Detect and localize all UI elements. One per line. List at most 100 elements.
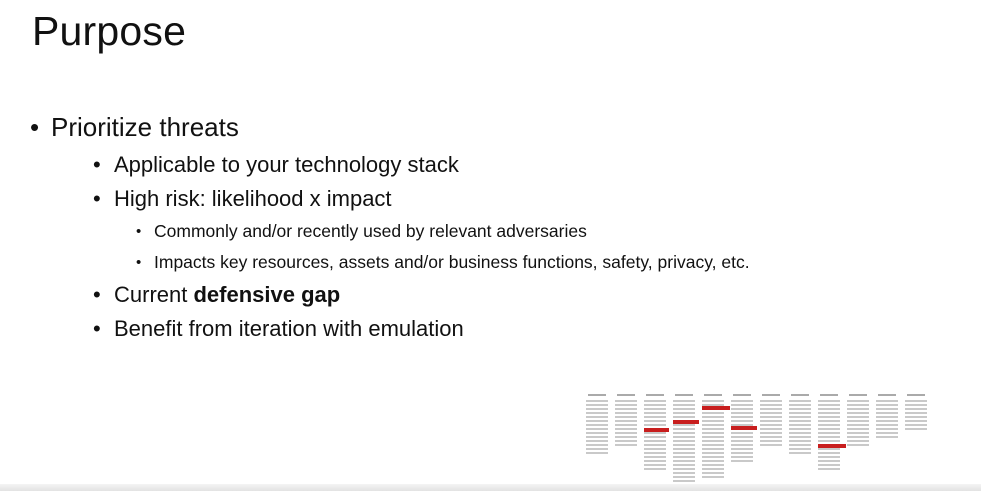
matrix-cell bbox=[644, 408, 666, 410]
matrix-cell bbox=[789, 448, 811, 450]
matrix-cell bbox=[586, 408, 608, 410]
bullet-text: Prioritize threats bbox=[51, 112, 239, 142]
sub-bullet-defensive-gap: Current defensive gap bbox=[51, 278, 930, 312]
matrix-cell bbox=[818, 400, 840, 402]
matrix-cell bbox=[673, 464, 695, 466]
matrix-column-header bbox=[675, 394, 693, 396]
matrix-cell bbox=[818, 408, 840, 410]
sub-sub-bullet-text: Commonly and/or recently used by relevan… bbox=[154, 221, 587, 241]
matrix-cell bbox=[586, 448, 608, 450]
matrix-cell bbox=[760, 444, 782, 446]
matrix-cell bbox=[818, 436, 840, 438]
matrix-cell bbox=[789, 452, 811, 454]
matrix-cell bbox=[586, 416, 608, 418]
matrix-cell bbox=[818, 404, 840, 406]
matrix-cell bbox=[789, 440, 811, 442]
sub-sub-bullet-impacts: Impacts key resources, assets and/or bus… bbox=[51, 247, 930, 278]
sub-bullet-text: Benefit from iteration with emulation bbox=[114, 316, 464, 341]
matrix-column-header bbox=[878, 394, 896, 396]
sub-bullet-applicable: Applicable to your technology stack bbox=[51, 148, 930, 182]
matrix-cell bbox=[702, 432, 724, 434]
matrix-cell bbox=[731, 400, 753, 402]
sub-bullet-text: Applicable to your technology stack bbox=[114, 152, 459, 177]
matrix-cell bbox=[818, 432, 840, 434]
matrix-cell bbox=[586, 452, 608, 454]
sub-bullet-benefit: Benefit from iteration with emulation bbox=[51, 312, 930, 346]
matrix-cell bbox=[586, 436, 608, 438]
matrix-cell bbox=[847, 416, 869, 418]
matrix-cell bbox=[760, 424, 782, 426]
matrix-column-header bbox=[820, 394, 838, 396]
matrix-highlight bbox=[644, 428, 669, 432]
matrix-cell bbox=[644, 460, 666, 462]
matrix-cell bbox=[876, 436, 898, 438]
sub-bullet-high-risk: High risk: likelihood x impact Commonly … bbox=[51, 182, 930, 278]
matrix-cell bbox=[789, 408, 811, 410]
matrix-cell bbox=[644, 404, 666, 406]
matrix-cell bbox=[702, 424, 724, 426]
matrix-cell bbox=[731, 436, 753, 438]
matrix-cell bbox=[615, 400, 637, 402]
matrix-cell bbox=[818, 428, 840, 430]
matrix-column bbox=[905, 392, 927, 480]
matrix-cell bbox=[876, 412, 898, 414]
matrix-cell bbox=[789, 404, 811, 406]
slide-title: Purpose bbox=[32, 8, 187, 54]
matrix-cell bbox=[876, 400, 898, 402]
matrix-column bbox=[789, 392, 811, 480]
matrix-cell bbox=[702, 444, 724, 446]
sub-sub-bullet-list: Commonly and/or recently used by relevan… bbox=[51, 216, 930, 278]
matrix-cell bbox=[673, 460, 695, 462]
sub-bullet-bold-text: defensive gap bbox=[193, 282, 341, 307]
matrix-cell bbox=[905, 416, 927, 418]
matrix-cell bbox=[789, 416, 811, 418]
matrix-highlight bbox=[731, 426, 757, 430]
matrix-cell bbox=[847, 432, 869, 434]
matrix-column bbox=[586, 392, 608, 480]
matrix-cell bbox=[905, 400, 927, 402]
matrix-cell bbox=[818, 464, 840, 466]
matrix-column-header bbox=[907, 394, 925, 396]
matrix-cell bbox=[847, 412, 869, 414]
matrix-cell bbox=[673, 408, 695, 410]
matrix-cell bbox=[615, 428, 637, 430]
matrix-cell bbox=[615, 432, 637, 434]
sub-bullet-text: High risk: likelihood x impact bbox=[114, 186, 392, 211]
matrix-cell bbox=[760, 436, 782, 438]
matrix-cell bbox=[673, 448, 695, 450]
matrix-column bbox=[731, 392, 753, 480]
matrix-cell bbox=[702, 460, 724, 462]
matrix-cell bbox=[789, 420, 811, 422]
matrix-cell bbox=[818, 416, 840, 418]
matrix-cell bbox=[586, 400, 608, 402]
matrix-cell bbox=[673, 452, 695, 454]
matrix-cell bbox=[847, 408, 869, 410]
matrix-cell bbox=[702, 400, 724, 402]
matrix-column-header bbox=[588, 394, 606, 396]
matrix-cell bbox=[847, 440, 869, 442]
matrix-cell bbox=[702, 436, 724, 438]
matrix-cell bbox=[586, 412, 608, 414]
matrix-cell bbox=[702, 472, 724, 474]
matrix-cell bbox=[644, 444, 666, 446]
matrix-thumbnail-image bbox=[586, 392, 936, 486]
matrix-cell bbox=[673, 468, 695, 470]
matrix-cell bbox=[876, 424, 898, 426]
matrix-cell bbox=[789, 432, 811, 434]
sub-sub-bullet-adversaries: Commonly and/or recently used by relevan… bbox=[51, 216, 930, 247]
matrix-cell bbox=[673, 432, 695, 434]
bullet-list: Prioritize threats Applicable to your te… bbox=[30, 111, 930, 346]
matrix-column-header bbox=[791, 394, 809, 396]
matrix-cell bbox=[731, 404, 753, 406]
matrix-cell bbox=[789, 412, 811, 414]
matrix-cell bbox=[760, 408, 782, 410]
matrix-cell bbox=[673, 480, 695, 482]
matrix-cell bbox=[818, 452, 840, 454]
matrix-highlight bbox=[818, 444, 846, 448]
matrix-cell bbox=[760, 404, 782, 406]
matrix-cell bbox=[905, 424, 927, 426]
matrix-column bbox=[760, 392, 782, 480]
matrix-cell bbox=[731, 448, 753, 450]
matrix-cell bbox=[847, 404, 869, 406]
matrix-column bbox=[615, 392, 637, 480]
